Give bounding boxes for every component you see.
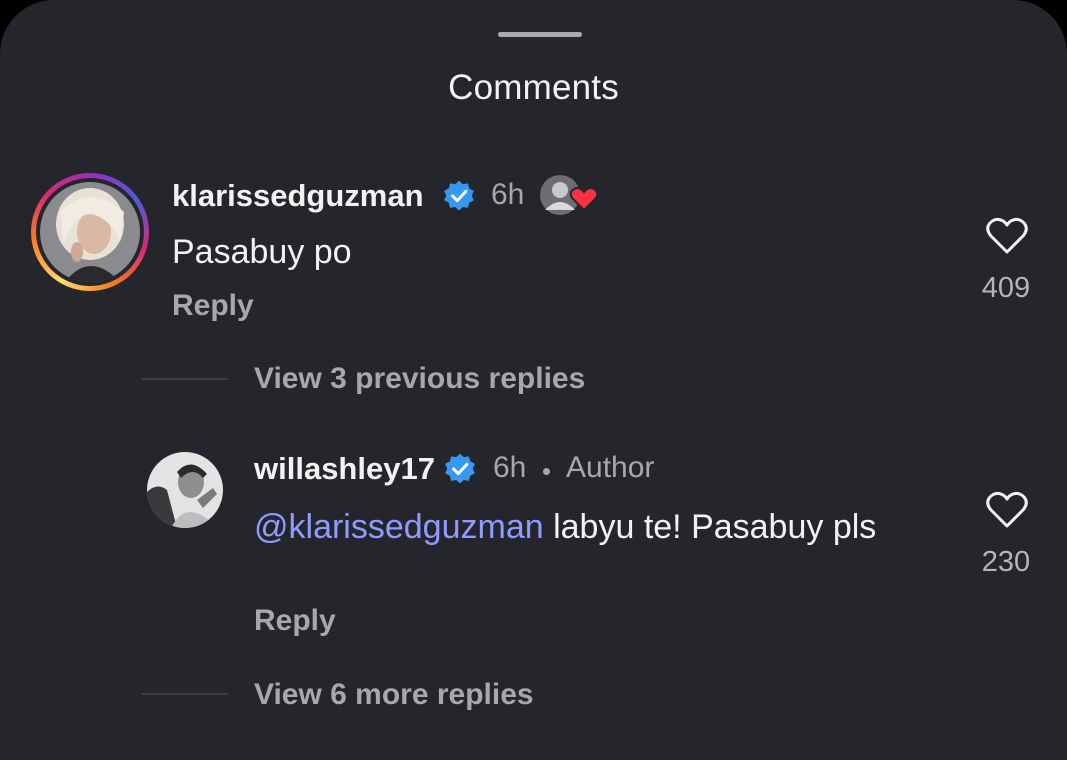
like-count: 409 bbox=[981, 272, 1031, 304]
comment-time: 6h bbox=[491, 178, 525, 211]
drag-handle[interactable] bbox=[498, 32, 582, 37]
heart-outline-icon[interactable] bbox=[985, 490, 1029, 530]
sheet-title: Comments bbox=[448, 68, 619, 107]
like-count: 230 bbox=[981, 546, 1031, 578]
reply-text: @klarissedguzman labyu te! Pasabuy pls bbox=[254, 505, 934, 549]
mention-link[interactable]: @klarissedguzman bbox=[254, 508, 544, 546]
separator-dot bbox=[543, 468, 550, 475]
author-badge: Author bbox=[566, 451, 655, 484]
thread-line bbox=[142, 378, 228, 380]
reply-username[interactable]: willashley17 bbox=[254, 451, 435, 487]
thread-line bbox=[142, 693, 228, 695]
view-previous-replies-button[interactable]: View 3 previous replies bbox=[254, 362, 585, 396]
avatar[interactable] bbox=[40, 182, 140, 282]
comment-text: Pasabuy po bbox=[172, 233, 352, 271]
avatar[interactable] bbox=[147, 452, 223, 528]
author-liked-heart-icon bbox=[540, 175, 599, 215]
reply-button[interactable]: Reply bbox=[254, 604, 336, 638]
reply-button[interactable]: Reply bbox=[172, 289, 254, 323]
verified-badge-icon bbox=[444, 180, 474, 211]
comment-username[interactable]: klarissedguzman bbox=[172, 178, 424, 214]
reply-time: 6h bbox=[493, 451, 527, 484]
reply-body: labyu te! Pasabuy pls bbox=[543, 508, 877, 546]
verified-badge-icon bbox=[445, 453, 475, 484]
view-more-replies-button[interactable]: View 6 more replies bbox=[254, 678, 534, 712]
comments-sheet: Comments klarissedguzman 6h Pasabuy po R… bbox=[0, 0, 1067, 760]
heart-outline-icon[interactable] bbox=[985, 216, 1029, 256]
